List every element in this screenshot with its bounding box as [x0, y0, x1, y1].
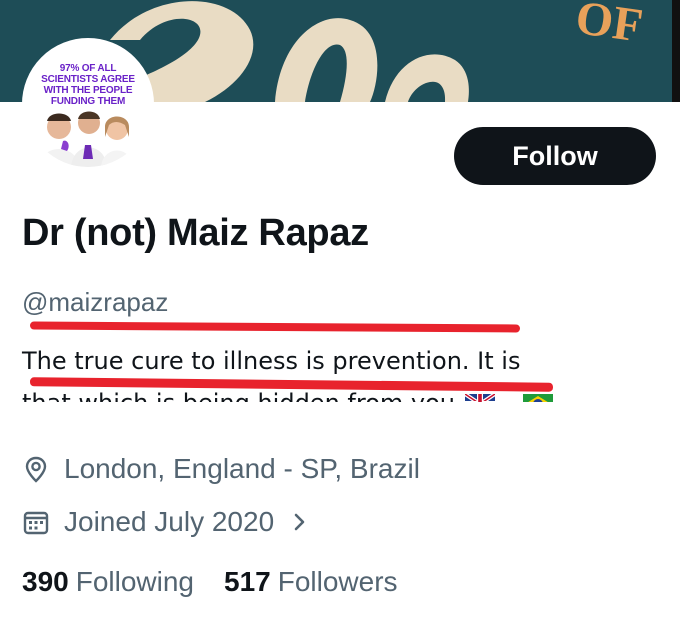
follow-button[interactable]: Follow: [454, 127, 656, 185]
red-underline-1: [29, 321, 521, 333]
following-link[interactable]: 390 Following: [22, 566, 194, 598]
location-row: London, England - SP, Brazil: [22, 453, 420, 485]
following-count: 390: [22, 566, 69, 597]
bio-line-1: The true cure to illness is prevention. …: [22, 347, 521, 375]
follow-stats: 390 Following 517 Followers: [22, 566, 398, 598]
followers-label: Followers: [277, 566, 398, 597]
followers-count: 517: [224, 566, 271, 597]
avatar[interactable]: 97% OF ALL SCIENTISTS AGREE WITH THE PEO…: [22, 38, 154, 170]
chevron-right-icon: [294, 513, 305, 531]
location-text: London, England - SP, Brazil: [64, 453, 420, 484]
handle[interactable]: @maizrapaz: [22, 287, 168, 318]
banner-text: OF: [572, 0, 645, 53]
bio-line-2-text: that which is being hidden from you: [22, 389, 455, 402]
following-label: Following: [75, 566, 194, 597]
location-pin-icon: [25, 456, 47, 483]
uk-flag-icon: [464, 394, 495, 402]
display-name: Dr (not) Maiz Rapaz: [22, 212, 369, 254]
followers-link[interactable]: 517 Followers: [224, 566, 398, 598]
bio: The true cure to illness is prevention. …: [22, 342, 662, 402]
joined-text: Joined July 2020: [64, 506, 275, 537]
avatar-caption: 97% OF ALL SCIENTISTS AGREE WITH THE PEO…: [41, 63, 135, 107]
joined-row[interactable]: Joined July 2020: [22, 506, 310, 538]
brazil-flag-icon: [522, 394, 553, 402]
calendar-icon: [23, 511, 49, 535]
